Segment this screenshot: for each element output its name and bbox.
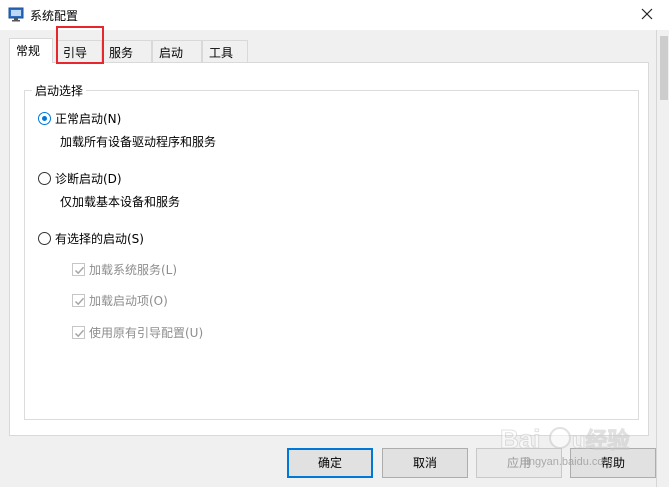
normal-startup-description: 加载所有设备驱动程序和服务 xyxy=(60,135,217,149)
diagnostic-startup-label[interactable]: 诊断启动(D) xyxy=(55,170,122,187)
tab-services[interactable]: 服务 xyxy=(102,40,152,62)
selective-startup-radio[interactable] xyxy=(38,232,51,245)
help-button[interactable]: 帮助 xyxy=(570,448,656,478)
tab-startup[interactable]: 启动 xyxy=(152,40,202,62)
ok-button[interactable]: 确定 xyxy=(287,448,373,478)
load-system-services-checkbox[interactable] xyxy=(72,263,85,276)
use-original-boot-config-checkbox[interactable] xyxy=(72,326,85,339)
title-bar: 系统配置 xyxy=(0,0,669,30)
tab-tools[interactable]: 工具 xyxy=(202,40,248,62)
checkmark-icon xyxy=(74,329,85,338)
close-icon[interactable] xyxy=(634,2,660,26)
background-window-edge xyxy=(656,30,669,487)
apply-button[interactable]: 应用 xyxy=(476,448,562,478)
normal-startup-radio[interactable] xyxy=(38,112,51,125)
diagnostic-startup-radio[interactable] xyxy=(38,172,51,185)
load-startup-items-checkbox[interactable] xyxy=(72,294,85,307)
checkmark-icon xyxy=(74,266,85,275)
window-title: 系统配置 xyxy=(30,9,79,23)
load-startup-items-label: 加载启动项(O) xyxy=(89,294,168,308)
system-config-app-icon xyxy=(8,7,24,22)
normal-startup-label[interactable]: 正常启动(N) xyxy=(55,110,121,127)
diagnostic-startup-description: 仅加载基本设备和服务 xyxy=(60,195,181,209)
tab-general[interactable]: 常规 xyxy=(9,38,53,63)
use-original-boot-config-label: 使用原有引导配置(U) xyxy=(89,326,204,340)
load-system-services-label: 加载系统服务(L) xyxy=(89,263,178,277)
startup-selection-group-title: 启动选择 xyxy=(32,82,87,99)
tab-boot[interactable]: 引导 xyxy=(56,40,102,62)
selective-startup-label[interactable]: 有选择的启动(S) xyxy=(55,230,144,247)
checkmark-icon xyxy=(74,297,85,306)
scrollbar-thumb xyxy=(660,36,668,100)
cancel-button[interactable]: 取消 xyxy=(382,448,468,478)
